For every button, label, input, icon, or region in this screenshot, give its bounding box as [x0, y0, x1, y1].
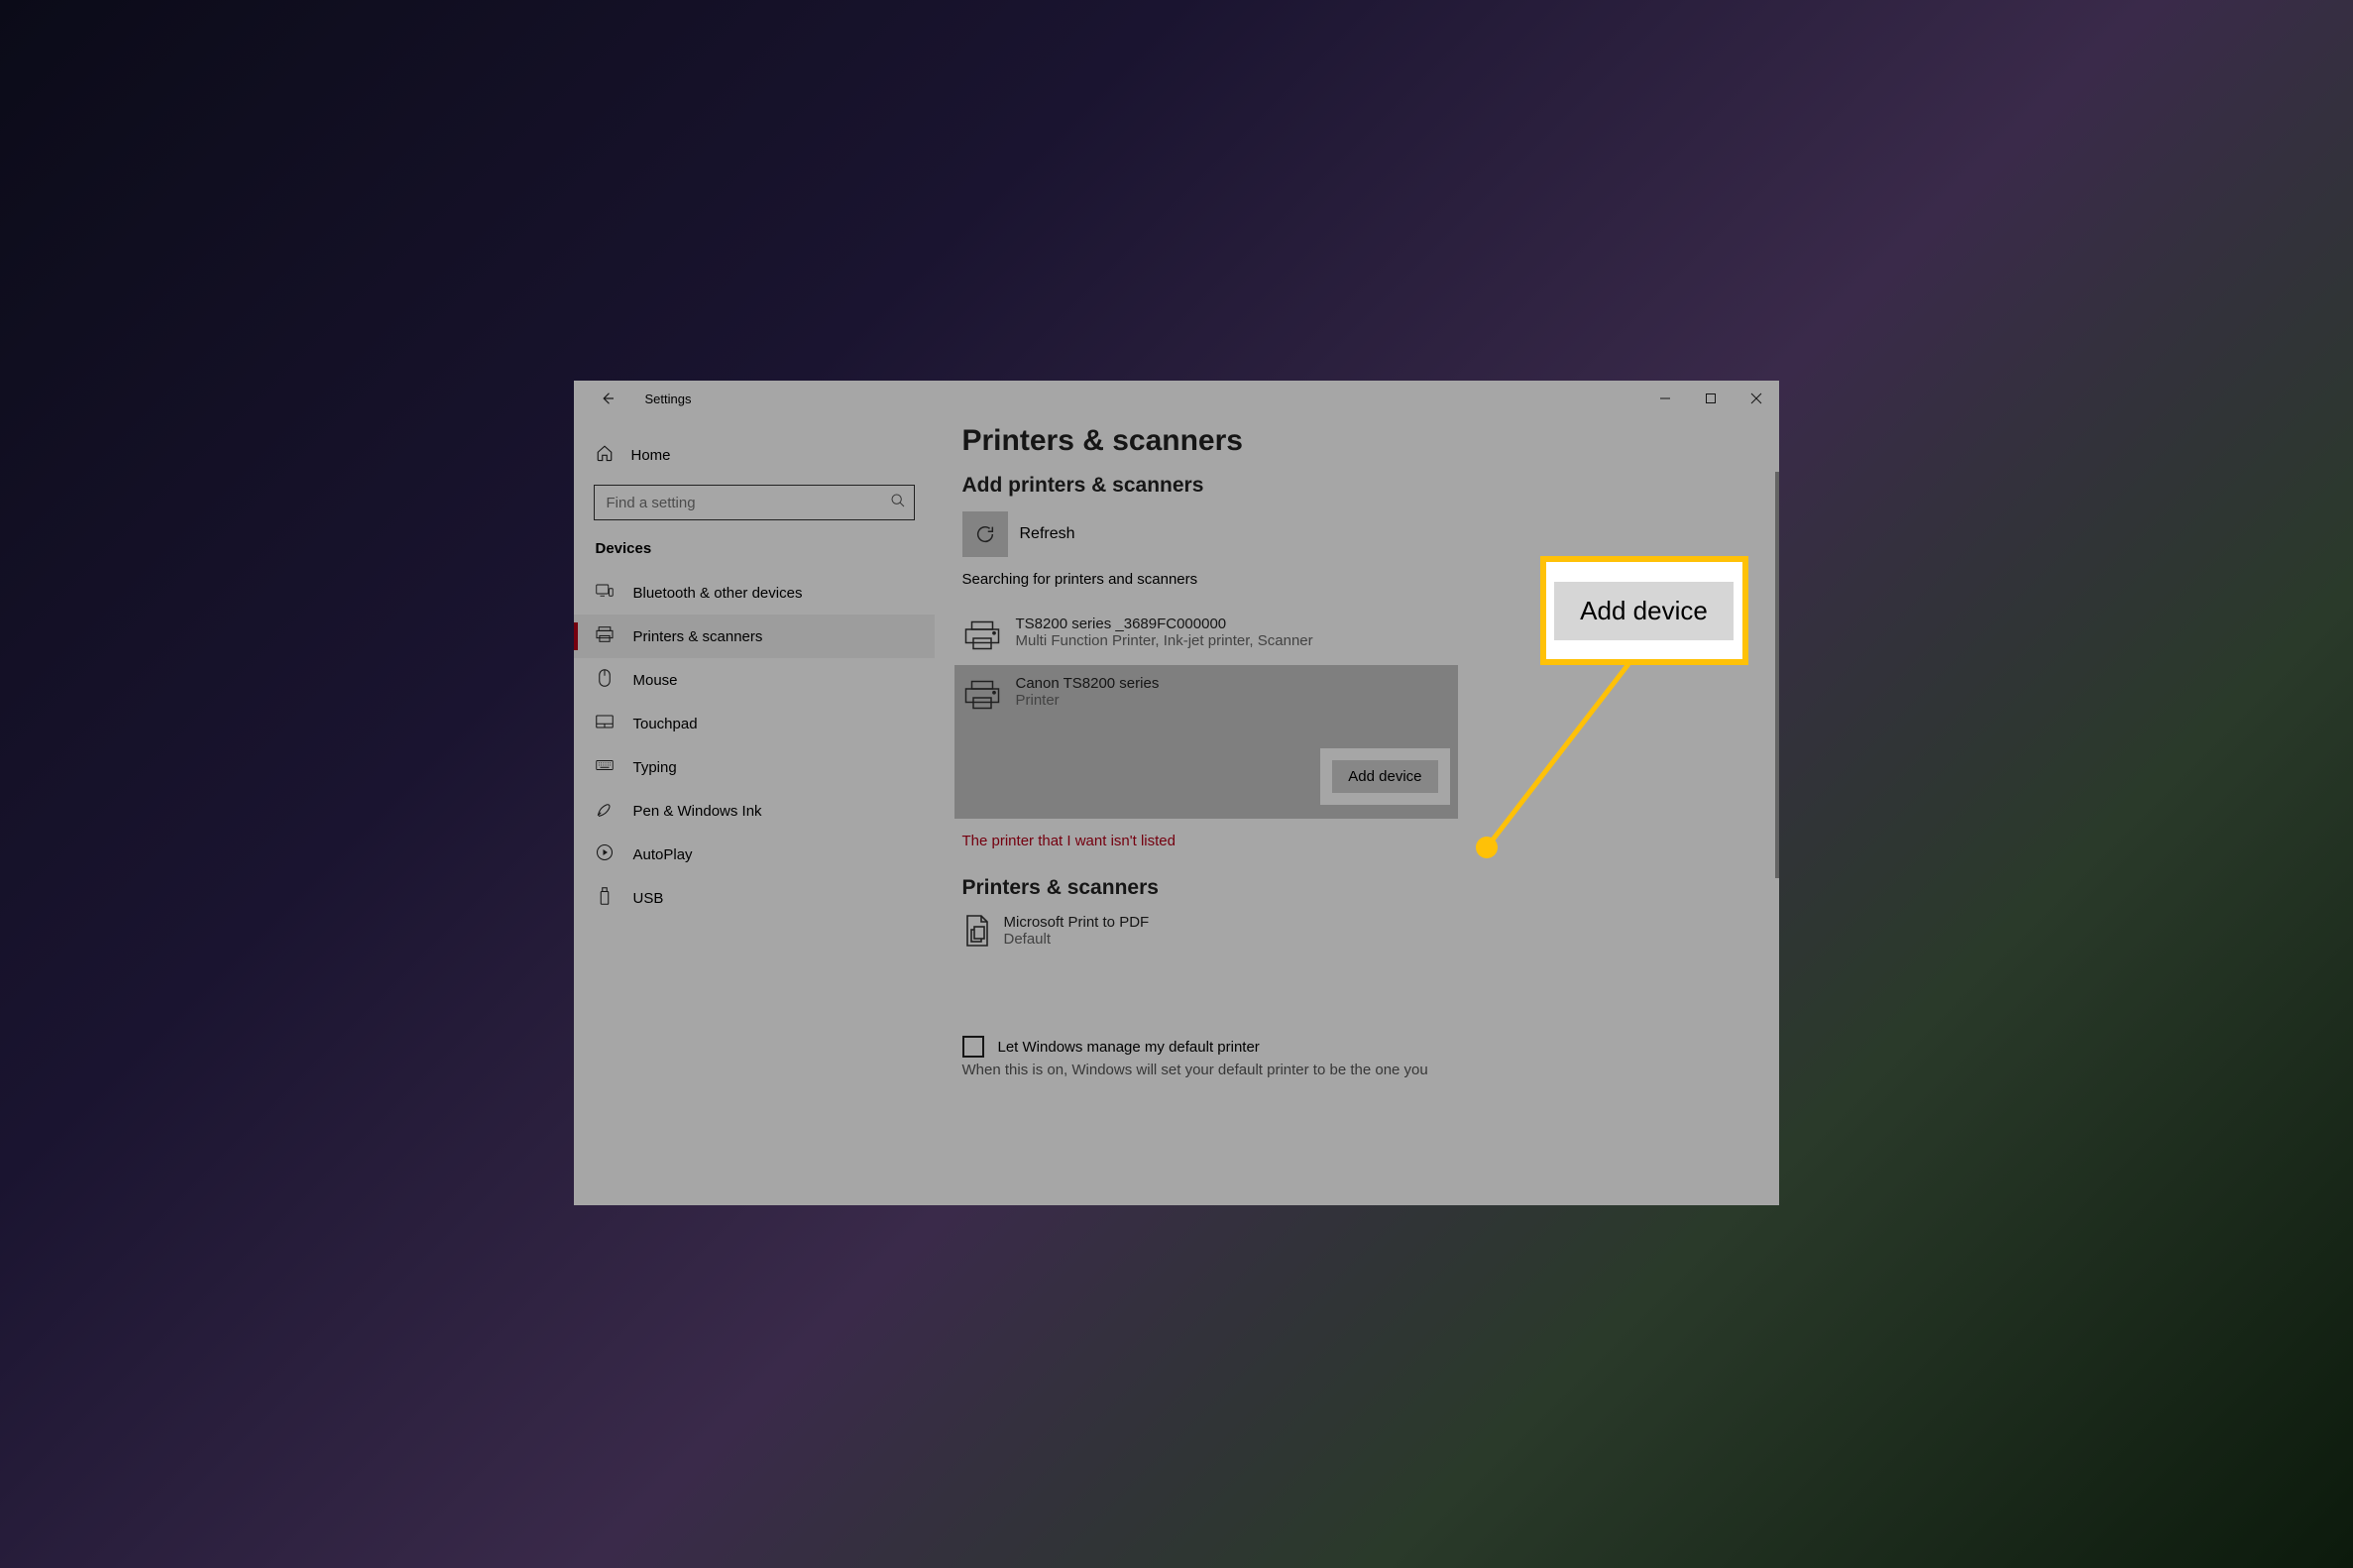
sidebar-home[interactable]: Home	[574, 436, 935, 485]
touchpad-icon	[596, 715, 614, 733]
discovered-printer-row[interactable]: TS8200 series _3689FC000000 Multi Functi…	[962, 610, 1466, 665]
installed-printer-row[interactable]: Microsoft Print to PDF Default	[962, 914, 1749, 952]
manage-default-helper: When this is on, Windows will set your d…	[962, 1062, 1478, 1078]
checkbox-icon	[962, 1036, 984, 1058]
add-device-button[interactable]: Add device	[1332, 760, 1437, 793]
mouse-icon	[596, 669, 614, 692]
sidebar-item-label: Mouse	[633, 672, 678, 689]
sidebar-item-typing[interactable]: Typing	[574, 745, 935, 789]
search-icon	[890, 493, 906, 512]
keyboard-icon	[596, 758, 614, 776]
sidebar-item-label: Pen & Windows Ink	[633, 803, 762, 820]
refresh-button[interactable]	[962, 511, 1008, 557]
sidebar-item-label: Touchpad	[633, 716, 698, 732]
sidebar-item-label: USB	[633, 890, 664, 907]
printer-type: Printer	[1016, 692, 1160, 709]
back-button[interactable]	[584, 381, 631, 416]
autoplay-icon	[596, 843, 614, 866]
sidebar-item-autoplay[interactable]: AutoPlay	[574, 833, 935, 876]
sidebar-item-mouse[interactable]: Mouse	[574, 658, 935, 702]
printer-type: Multi Function Printer, Ink-jet printer,…	[1016, 632, 1313, 649]
settings-window: Settings Home	[574, 381, 1779, 1205]
devices-icon	[596, 584, 614, 603]
sidebar-item-label: AutoPlay	[633, 846, 693, 863]
searching-status: Searching for printers and scanners	[962, 571, 1749, 588]
sidebar-item-label: Bluetooth & other devices	[633, 585, 803, 602]
section-installed-heading: Printers & scanners	[962, 876, 1749, 900]
sidebar-item-pen[interactable]: Pen & Windows Ink	[574, 789, 935, 833]
page-title: Printers & scanners	[962, 424, 1749, 458]
refresh-label: Refresh	[1020, 525, 1075, 543]
printer-icon	[962, 616, 1002, 655]
printer-icon	[596, 626, 614, 647]
manage-default-label: Let Windows manage my default printer	[998, 1039, 1260, 1056]
sidebar-item-touchpad[interactable]: Touchpad	[574, 702, 935, 745]
pdf-printer-icon	[962, 914, 992, 952]
add-device-highlight-panel: Add device	[1320, 748, 1449, 805]
printer-name: TS8200 series _3689FC000000	[1016, 616, 1313, 632]
sidebar-item-label: Typing	[633, 759, 677, 776]
installed-printer-status: Default	[1004, 931, 1150, 948]
sidebar: Home Devices Bluetooth & other devices	[574, 416, 935, 1205]
sidebar-home-label: Home	[631, 447, 671, 464]
titlebar: Settings	[574, 381, 1779, 416]
installed-printer-name: Microsoft Print to PDF	[1004, 914, 1150, 931]
usb-icon	[596, 887, 614, 910]
scrollbar[interactable]	[1775, 472, 1779, 878]
search-input-wrap[interactable]	[594, 485, 915, 520]
close-button[interactable]	[1734, 381, 1779, 416]
pen-icon	[596, 800, 614, 823]
printer-not-listed-link[interactable]: The printer that I want isn't listed	[962, 833, 1176, 849]
manage-default-checkbox[interactable]: Let Windows manage my default printer	[962, 1036, 1749, 1058]
sidebar-category: Devices	[574, 540, 935, 571]
sidebar-item-usb[interactable]: USB	[574, 876, 935, 920]
sidebar-item-printers[interactable]: Printers & scanners	[574, 615, 935, 658]
app-title: Settings	[645, 381, 692, 416]
sidebar-item-label: Printers & scanners	[633, 628, 763, 645]
home-icon	[596, 444, 614, 467]
discovered-printer-row-selected[interactable]: Canon TS8200 series Printer Add device	[954, 665, 1458, 819]
printer-name: Canon TS8200 series	[1016, 675, 1160, 692]
content-pane: Printers & scanners Add printers & scann…	[935, 416, 1779, 1205]
maximize-button[interactable]	[1688, 381, 1734, 416]
printer-icon	[962, 675, 1002, 715]
search-input[interactable]	[607, 495, 890, 511]
minimize-button[interactable]	[1642, 381, 1688, 416]
sidebar-item-bluetooth[interactable]: Bluetooth & other devices	[574, 571, 935, 615]
section-add-heading: Add printers & scanners	[962, 474, 1749, 498]
